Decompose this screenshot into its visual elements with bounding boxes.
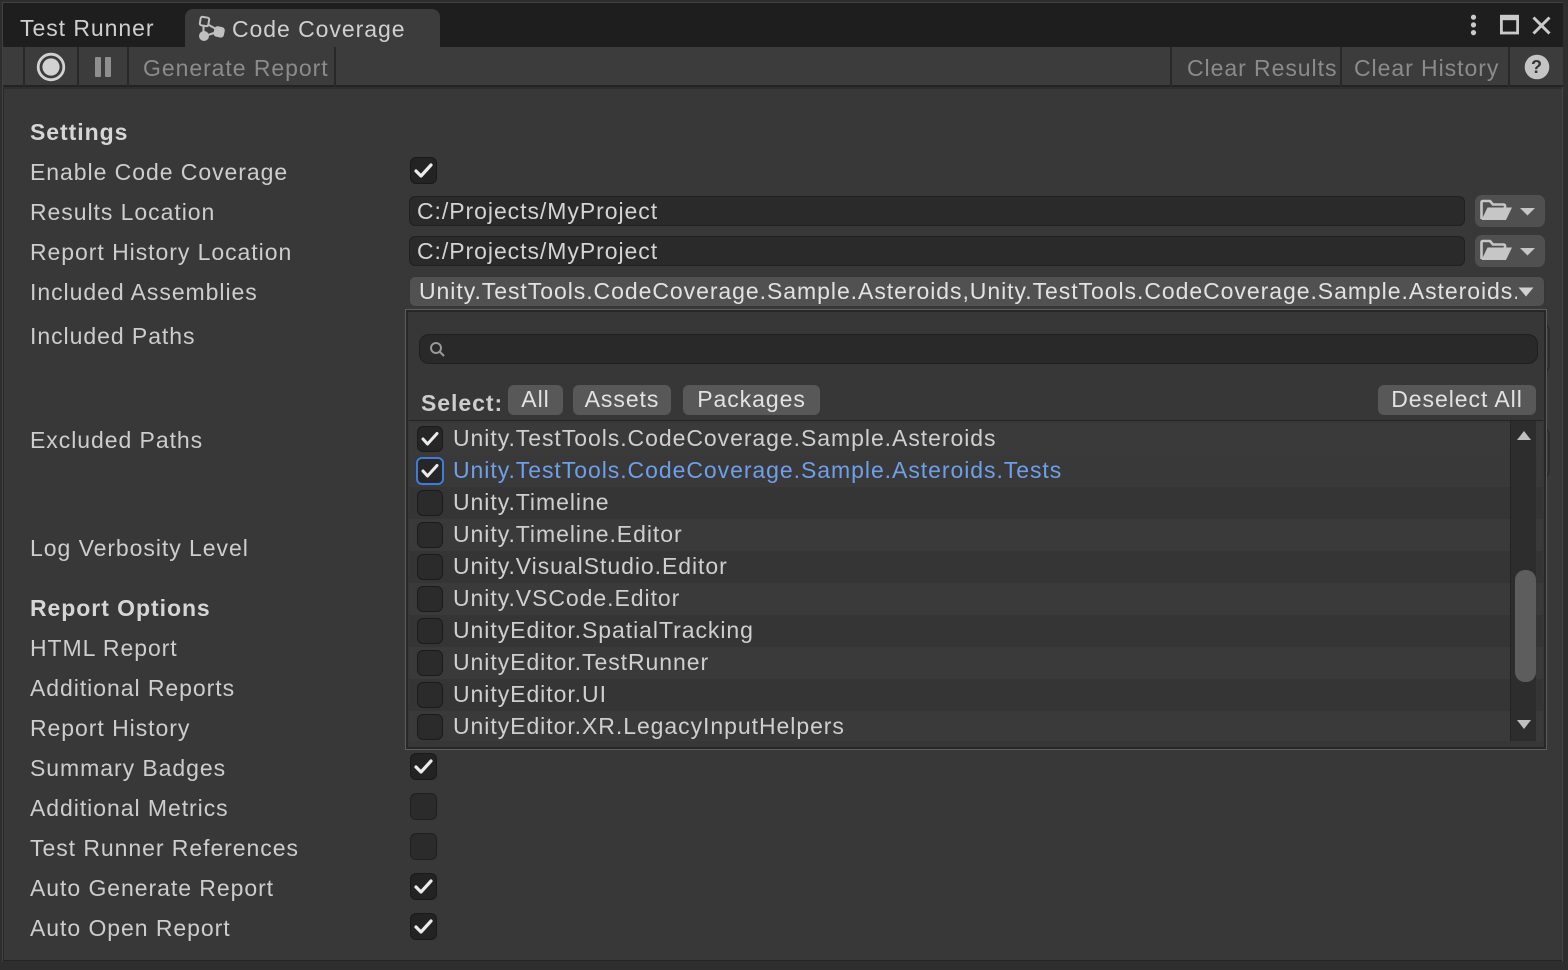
svg-text:?: ? [1531,57,1543,77]
